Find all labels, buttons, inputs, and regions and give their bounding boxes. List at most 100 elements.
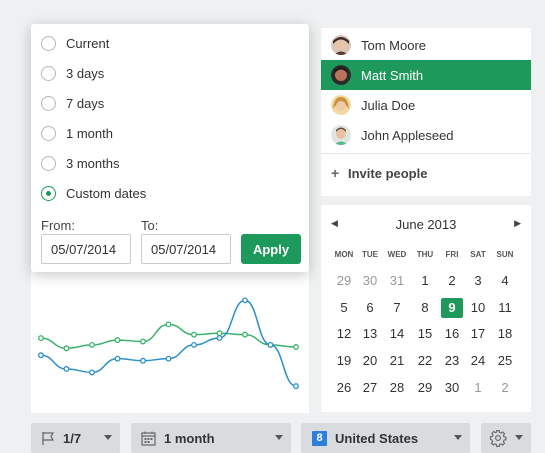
avatar-julia-doe-icon — [331, 95, 351, 115]
apply-button[interactable]: Apply — [241, 234, 301, 264]
range-option-3-days[interactable]: 3 days — [41, 62, 104, 84]
calendar-day[interactable]: 17 — [467, 324, 489, 344]
data-point — [38, 352, 44, 359]
avatar-john-appleseed-icon — [331, 125, 351, 145]
series-line-1 — [40, 323, 297, 350]
calendar-day[interactable]: 2 — [441, 271, 463, 291]
range-option-1-month[interactable]: 1 month — [41, 122, 113, 144]
calendar-day[interactable]: 1 — [414, 271, 436, 291]
calendar-day[interactable]: 18 — [494, 324, 516, 344]
weekday-header: THU — [416, 250, 434, 259]
data-point — [114, 355, 121, 362]
calendar-day[interactable]: 3 — [467, 271, 489, 291]
calendar-day[interactable]: 6 — [359, 298, 381, 318]
calendar-day[interactable]: 11 — [494, 298, 516, 318]
series-line-2 — [40, 299, 297, 387]
weekday-header: TUE — [362, 250, 378, 259]
calendar-day[interactable]: 24 — [467, 351, 489, 371]
calendar-day[interactable]: 16 — [441, 324, 463, 344]
calendar-day[interactable]: 28 — [386, 378, 408, 398]
settings-dropdown[interactable] — [481, 423, 531, 453]
calendar-day[interactable]: 31 — [386, 271, 408, 291]
calendar-day[interactable]: 26 — [333, 378, 355, 398]
range-option-current[interactable]: Current — [41, 32, 109, 54]
to-date-input[interactable] — [141, 234, 231, 264]
calendar-day[interactable]: 2 — [494, 378, 516, 398]
person-name: John Appleseed — [361, 127, 454, 143]
radio-custom-dates[interactable] — [41, 185, 56, 201]
invite-people-button[interactable]: + Invite people — [321, 158, 531, 188]
from-label: From: — [41, 218, 75, 233]
from-date-input[interactable] — [41, 234, 131, 264]
range-option-label: 3 months — [66, 155, 120, 171]
gear-icon — [489, 429, 507, 447]
chevron-down-icon — [275, 435, 283, 440]
calendar-day[interactable]: 12 — [333, 324, 355, 344]
weekday-header: SAT — [470, 250, 486, 259]
data-point — [140, 338, 146, 345]
radio-3-days[interactable] — [41, 65, 56, 81]
data-point — [293, 383, 299, 390]
range-option-custom-dates[interactable]: Custom dates — [41, 182, 146, 204]
calendar-day[interactable]: 30 — [359, 271, 381, 291]
calendar-day[interactable]: 29 — [414, 378, 436, 398]
flag-icon — [41, 431, 55, 446]
calendar: ◀ June 2013 ▶ MON TUE WED THU FRI SAT SUN 29 30 3… — [321, 205, 531, 412]
flag-dropdown[interactable]: 1/7 — [31, 423, 120, 453]
calendar-day[interactable]: 4 — [494, 271, 516, 291]
radio-3-months[interactable] — [41, 155, 56, 171]
calendar-icon — [141, 431, 156, 446]
calendar-day[interactable]: 5 — [333, 298, 355, 318]
date-range-popup: Current 3 days 7 days 1 month 3 months C… — [31, 24, 309, 272]
calendar-day-selected[interactable]: 9 — [441, 298, 463, 318]
calendar-day[interactable]: 27 — [359, 378, 381, 398]
data-point — [140, 357, 146, 364]
person-name: Matt Smith — [361, 67, 424, 83]
calendar-day[interactable]: 7 — [386, 298, 408, 318]
radio-7-days[interactable] — [41, 95, 56, 111]
weekday-header: WED — [387, 250, 407, 259]
calendar-day[interactable]: 8 — [414, 298, 436, 318]
next-month-icon[interactable]: ▶ — [514, 218, 521, 229]
plus-icon: + — [331, 165, 340, 181]
chevron-down-icon — [454, 435, 462, 440]
period-dropdown[interactable]: 1 month — [131, 423, 291, 453]
data-point — [267, 341, 274, 348]
calendar-day[interactable]: 10 — [467, 298, 489, 318]
calendar-day[interactable]: 30 — [441, 378, 463, 398]
range-option-7-days[interactable]: 7 days — [41, 92, 104, 114]
person-tom-moore[interactable]: Tom Moore — [321, 30, 531, 60]
people-divider — [321, 153, 531, 154]
calendar-day[interactable]: 25 — [494, 351, 516, 371]
data-point — [165, 355, 172, 362]
weekday-header: FRI — [445, 250, 459, 259]
calendar-day[interactable]: 15 — [414, 324, 436, 344]
avatar-tom-moore-icon — [331, 35, 351, 55]
calendar-day[interactable]: 22 — [414, 351, 436, 371]
flag-label: 1/7 — [63, 430, 82, 446]
radio-1-month[interactable] — [41, 125, 56, 141]
radio-current[interactable] — [41, 35, 56, 51]
line-chart — [38, 297, 299, 390]
person-john-appleseed[interactable]: John Appleseed — [321, 120, 531, 150]
people-list: Tom Moore Matt Smith Julia Doe John Appl… — [321, 28, 531, 196]
person-julia-doe[interactable]: Julia Doe — [321, 90, 531, 120]
calendar-day[interactable]: 23 — [441, 351, 463, 371]
data-point — [242, 297, 248, 304]
calendar-day[interactable]: 29 — [333, 271, 355, 291]
country-dropdown[interactable]: 8 United States — [301, 423, 470, 453]
range-option-3-months[interactable]: 3 months — [41, 152, 119, 174]
person-matt-smith[interactable]: Matt Smith — [321, 60, 531, 90]
range-option-label: Current — [66, 35, 110, 51]
calendar-day[interactable]: 13 — [359, 324, 381, 344]
calendar-day[interactable]: 20 — [359, 351, 381, 371]
data-point — [191, 341, 197, 348]
calendar-day[interactable]: 14 — [386, 324, 408, 344]
calendar-day[interactable]: 1 — [467, 378, 489, 398]
period-label: 1 month — [164, 430, 215, 446]
calendar-day[interactable]: 21 — [386, 351, 408, 371]
weekday-header: MON — [334, 250, 354, 259]
data-point — [89, 341, 95, 348]
country-label: United States — [335, 430, 419, 446]
calendar-day[interactable]: 19 — [333, 351, 355, 371]
